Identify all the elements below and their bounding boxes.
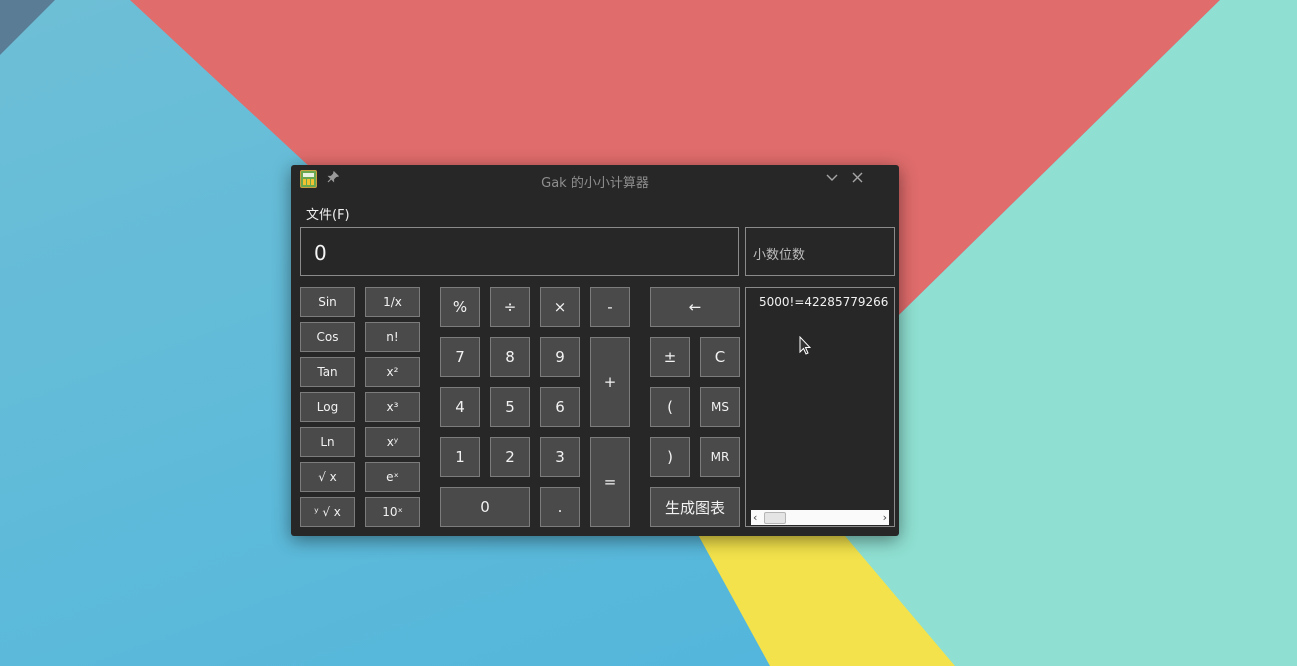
result-display[interactable]: 0 — [300, 227, 739, 276]
clear-button[interactable]: C — [700, 337, 740, 377]
chevron-down-icon — [826, 174, 838, 181]
minus-button[interactable]: - — [590, 287, 630, 327]
history-entry[interactable]: 5000!=4228577926605 — [759, 295, 889, 309]
decimal-places-input[interactable]: 小数位数 — [745, 227, 895, 276]
memory-recall-button[interactable]: MR — [700, 437, 740, 477]
decimal-places-placeholder: 小数位数 — [753, 248, 806, 263]
divide-button[interactable]: ÷ — [490, 287, 530, 327]
ln-button[interactable]: Ln — [300, 427, 355, 457]
memory-store-button[interactable]: MS — [700, 387, 740, 427]
exp-button[interactable]: eˣ — [365, 462, 420, 492]
window-title: Gak 的小小计算器 — [541, 176, 649, 191]
history-horizontal-scrollbar[interactable]: ‹ › — [751, 510, 889, 525]
history-panel[interactable]: 5000!=4228577926605 ‹ › — [745, 287, 895, 527]
equals-button[interactable]: = — [590, 437, 630, 527]
tan-button[interactable]: Tan — [300, 357, 355, 387]
digit-1-button[interactable]: 1 — [440, 437, 480, 477]
plus-button[interactable]: + — [590, 337, 630, 427]
scrollbar-thumb[interactable] — [764, 512, 786, 524]
pow10-button[interactable]: 10ˣ — [365, 497, 420, 527]
digit-8-button[interactable]: 8 — [490, 337, 530, 377]
minimize-button[interactable] — [822, 169, 842, 189]
digit-3-button[interactable]: 3 — [540, 437, 580, 477]
menu-file[interactable]: 文件(F) — [306, 204, 350, 223]
multiply-button[interactable]: × — [540, 287, 580, 327]
cube-button[interactable]: x³ — [365, 392, 420, 422]
display-value: 0 — [314, 241, 327, 265]
log-button[interactable]: Log — [300, 392, 355, 422]
generate-chart-button[interactable]: 生成图表 — [650, 487, 740, 527]
backspace-button[interactable]: ← — [650, 287, 740, 327]
negate-button[interactable]: ± — [650, 337, 690, 377]
close-icon — [852, 172, 862, 183]
reciprocal-button[interactable]: 1/x — [365, 287, 420, 317]
sin-button[interactable]: Sin — [300, 287, 355, 317]
cos-button[interactable]: Cos — [300, 322, 355, 352]
digit-0-button[interactable]: 0 — [440, 487, 530, 527]
title-bar[interactable]: Gak 的小小计算器 — [291, 165, 899, 193]
close-button[interactable] — [847, 169, 867, 189]
digit-6-button[interactable]: 6 — [540, 387, 580, 427]
sqrt-button[interactable]: √ x — [300, 462, 355, 492]
scroll-left-icon[interactable]: ‹ — [753, 510, 757, 525]
digit-2-button[interactable]: 2 — [490, 437, 530, 477]
digit-7-button[interactable]: 7 — [440, 337, 480, 377]
factorial-button[interactable]: n! — [365, 322, 420, 352]
digit-4-button[interactable]: 4 — [440, 387, 480, 427]
close-paren-button[interactable]: ) — [650, 437, 690, 477]
yroot-button[interactable]: ʸ √ x — [300, 497, 355, 527]
scroll-right-icon[interactable]: › — [883, 510, 887, 525]
digit-5-button[interactable]: 5 — [490, 387, 530, 427]
percent-button[interactable]: % — [440, 287, 480, 327]
open-paren-button[interactable]: ( — [650, 387, 690, 427]
decimal-point-button[interactable]: . — [540, 487, 580, 527]
digit-9-button[interactable]: 9 — [540, 337, 580, 377]
power-button[interactable]: xʸ — [365, 427, 420, 457]
square-button[interactable]: x² — [365, 357, 420, 387]
mouse-pointer-icon — [799, 336, 811, 355]
